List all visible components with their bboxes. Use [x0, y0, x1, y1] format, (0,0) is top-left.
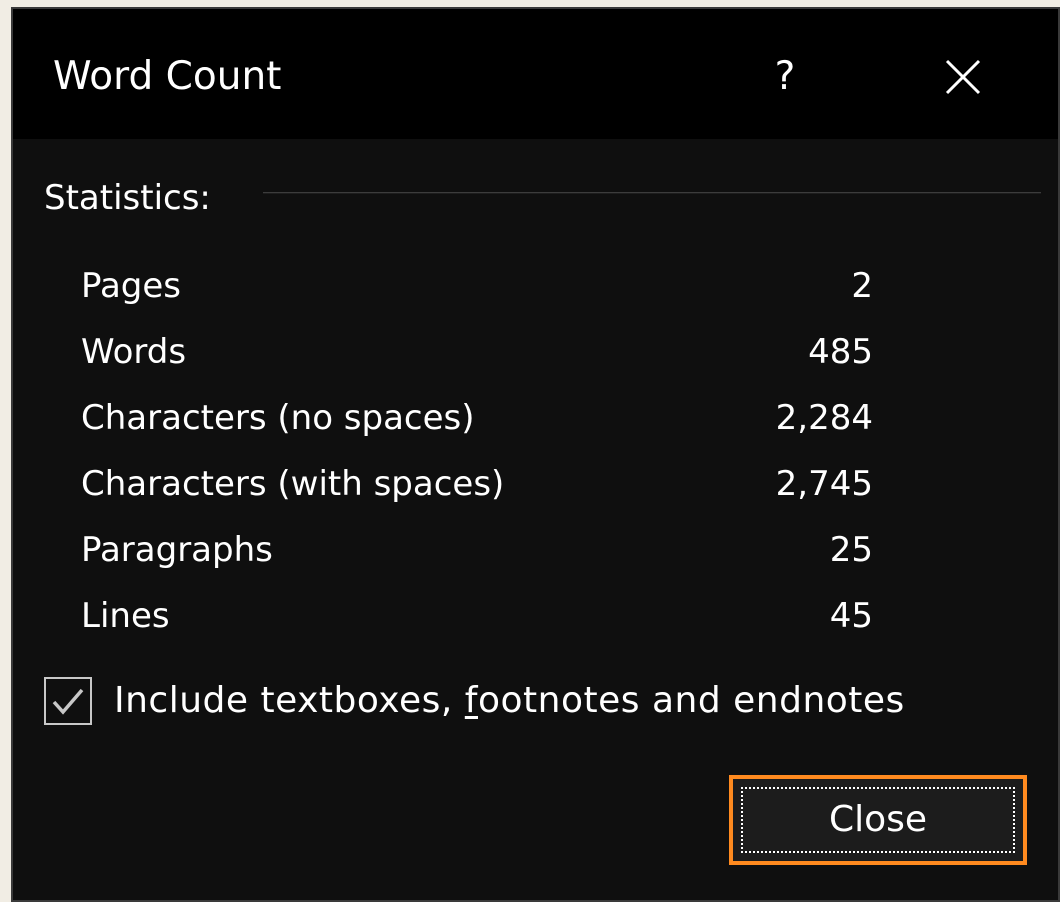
stat-label: Lines [81, 596, 170, 636]
title-bar: Word Count ? [13, 9, 1058, 139]
stat-row-pages: Pages 2 [81, 258, 873, 324]
include-textboxes-footnotes-endnotes-checkbox[interactable]: Include textboxes, footnotes and endnote… [44, 673, 905, 729]
stat-value: 485 [808, 332, 873, 372]
dialog-title: Word Count [53, 54, 282, 99]
stat-label: Words [81, 332, 187, 372]
stat-row-paragraphs: Paragraphs 25 [81, 522, 873, 588]
stat-value: 2,284 [775, 398, 873, 438]
word-count-dialog: Word Count ? Statistics: Pages 2 Words 4… [11, 7, 1060, 902]
accelerator-key: f [464, 680, 478, 721]
stat-row-lines: Lines 45 [81, 588, 873, 654]
stat-label: Characters (no spaces) [81, 398, 475, 438]
close-icon[interactable] [943, 57, 983, 97]
close-button-label: Close [828, 799, 928, 840]
close-button[interactable]: Close [729, 775, 1027, 865]
stat-value: 2 [851, 266, 873, 306]
group-divider [263, 192, 1041, 194]
statistics-heading: Statistics: [44, 178, 211, 218]
stat-value: 2,745 [775, 464, 873, 504]
stat-row-characters-no-spaces: Characters (no spaces) 2,284 [81, 390, 873, 456]
stat-value: 45 [829, 596, 873, 636]
checkmark-icon [52, 688, 84, 715]
statistics-list: Pages 2 Words 485 Characters (no spaces)… [81, 258, 873, 654]
stat-value: 25 [829, 530, 873, 570]
stat-label: Paragraphs [81, 530, 273, 570]
stat-row-characters-with-spaces: Characters (with spaces) 2,745 [81, 456, 873, 522]
stat-label: Characters (with spaces) [81, 464, 505, 504]
checkbox-box[interactable] [44, 677, 92, 725]
help-button[interactable]: ? [765, 49, 805, 105]
checkbox-label: Include textboxes, footnotes and endnote… [114, 680, 905, 721]
stat-row-words: Words 485 [81, 324, 873, 390]
stat-label: Pages [81, 266, 182, 306]
